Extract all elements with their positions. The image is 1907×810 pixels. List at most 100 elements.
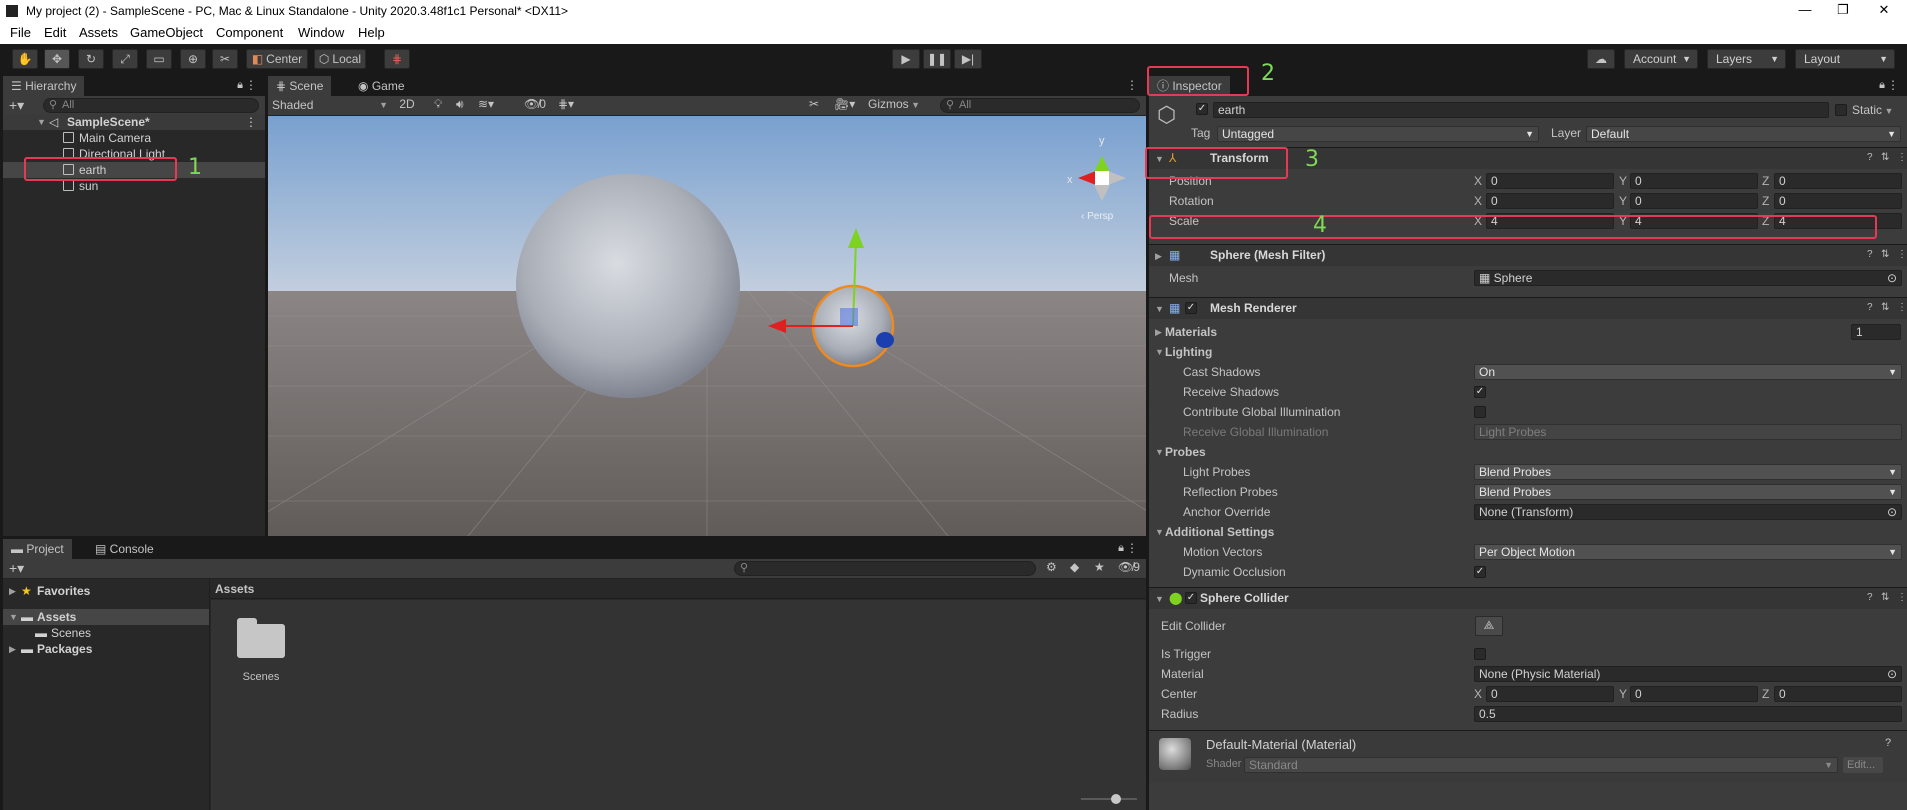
favorites-star-icon[interactable]: ★ — [1094, 560, 1105, 574]
scene-options-icon[interactable]: ⋮ — [245, 114, 257, 130]
object-picker-icon[interactable]: ⊙ — [1887, 505, 1897, 519]
restore-button[interactable]: ❐ — [1833, 2, 1853, 20]
reflection-probes-dropdown[interactable]: Blend Probes ▼ — [1474, 484, 1902, 500]
menu-edit[interactable]: Edit — [44, 25, 66, 40]
scene-viewport[interactable]: y x ‹ Persp — [268, 116, 1146, 536]
center-y-field[interactable]: 0 — [1630, 686, 1758, 702]
lighting-toggle-icon[interactable]: 💡︎ — [434, 97, 442, 112]
probes-foldout[interactable]: ▼ Probes — [1149, 444, 1907, 460]
mesh-filter-header[interactable]: ▶ ▦ Sphere (Mesh Filter) ? ⇅ ⋮ — [1149, 244, 1907, 266]
tab-hierarchy[interactable]: ☰ Hierarchy — [3, 76, 85, 96]
sun-sphere[interactable] — [516, 174, 740, 398]
mesh-renderer-header[interactable]: ▼ ▦ ✓ Mesh Renderer ? ⇅ ⋮ — [1149, 297, 1907, 319]
audio-toggle-icon[interactable]: 🔊︎ — [456, 97, 464, 112]
tab-project[interactable]: ▬ Project — [3, 539, 72, 559]
mesh-object-field[interactable]: ▦ Sphere ⊙ — [1474, 270, 1902, 286]
edit-collider-button[interactable]: ⟁ — [1475, 616, 1503, 636]
effects-icon[interactable]: ≋▾ — [478, 97, 494, 111]
lock-icon[interactable]: 🔒︎ — [1879, 79, 1885, 92]
rotation-y-field[interactable]: 0 — [1630, 193, 1758, 209]
scene-row[interactable]: ▼ ◁ SampleScene* ⋮ — [3, 114, 265, 130]
menu-file[interactable]: File — [10, 25, 31, 40]
position-y-field[interactable]: 0 — [1630, 173, 1758, 189]
minimize-button[interactable]: — — [1795, 2, 1815, 20]
scenes-folder-row[interactable]: ▬ Scenes — [3, 625, 209, 641]
scenes-folder-item[interactable] — [235, 618, 287, 660]
pause-button[interactable]: ❚❚ — [923, 49, 951, 69]
zoom-slider-thumb[interactable] — [1111, 794, 1121, 804]
component-menu-icon[interactable]: ⋮ — [1897, 152, 1907, 163]
z-axis-handle[interactable] — [876, 332, 894, 348]
rotate-tool-button[interactable]: ↻ — [78, 49, 104, 69]
hand-tool-button[interactable]: ✋ — [12, 49, 38, 69]
center-z-field[interactable]: 0 — [1774, 686, 1902, 702]
favorites-row[interactable]: ▶ ★ Favorites — [3, 583, 209, 599]
more-options-icon[interactable]: ⋮ — [1126, 78, 1138, 92]
help-icon[interactable]: ? — [1867, 152, 1873, 163]
component-menu-icon[interactable]: ⋮ — [1897, 592, 1907, 603]
transform-tool-button[interactable]: ⊕ — [180, 49, 206, 69]
custom-tool-button[interactable]: ✂ — [212, 49, 238, 69]
materials-count-field[interactable]: 1 — [1851, 324, 1901, 340]
dynamic-occlusion-checkbox[interactable]: ✓ — [1474, 566, 1486, 578]
plane-handle[interactable] — [840, 308, 858, 326]
more-options-icon[interactable]: ⋮ — [1126, 541, 1138, 555]
play-button[interactable]: ▶ — [892, 49, 920, 69]
radius-field[interactable]: 0.5 — [1474, 706, 1902, 722]
lighting-foldout[interactable]: ▼ Lighting — [1149, 344, 1907, 360]
presets-icon[interactable]: ⇅ — [1881, 249, 1889, 260]
assets-row[interactable]: ▼ ▬ Assets — [3, 609, 209, 625]
presets-icon[interactable]: ⇅ — [1881, 302, 1889, 313]
grid-snap-button[interactable]: ⋕ — [384, 49, 410, 69]
filter-type-icon[interactable]: ⚙ — [1046, 560, 1057, 574]
shader-dropdown[interactable]: Standard ▼ — [1244, 757, 1838, 773]
rect-tool-button[interactable]: ▭ — [146, 49, 172, 69]
camera-icon[interactable]: 🎥︎▾ — [834, 97, 855, 111]
filter-label-icon[interactable]: ◆ — [1070, 560, 1079, 574]
layer-dropdown[interactable]: Default ▼ — [1586, 126, 1901, 142]
sphere-collider-enabled-checkbox[interactable]: ✓ — [1185, 592, 1197, 604]
help-icon[interactable]: ? — [1867, 249, 1873, 260]
lock-icon[interactable]: 🔒︎ — [237, 79, 243, 92]
menu-assets[interactable]: Assets — [79, 25, 118, 40]
motion-vectors-dropdown[interactable]: Per Object Motion ▼ — [1474, 544, 1902, 560]
layers-dropdown[interactable]: Layers ▼ — [1707, 49, 1786, 69]
zoom-slider[interactable] — [1081, 794, 1137, 804]
sphere-collider-header[interactable]: ▼ ⬤ ✓ Sphere Collider ? ⇅ ⋮ — [1149, 587, 1907, 609]
list-item[interactable]: Main Camera — [3, 130, 265, 146]
presets-icon[interactable]: ⇅ — [1881, 592, 1889, 603]
packages-row[interactable]: ▶ ▬ Packages — [3, 641, 209, 657]
persp-label[interactable]: ‹ Persp — [1081, 211, 1114, 222]
is-trigger-checkbox[interactable] — [1474, 648, 1486, 660]
step-button[interactable]: ▶| — [954, 49, 982, 69]
help-icon[interactable]: ? — [1867, 302, 1873, 313]
scale-tool-button[interactable]: ⤢ — [112, 49, 138, 69]
shading-mode-dropdown[interactable]: Shaded ▼ — [272, 97, 392, 114]
create-button[interactable]: +▾ — [9, 560, 24, 577]
cloud-button[interactable]: ☁ — [1587, 49, 1615, 69]
presets-icon[interactable]: ⇅ — [1881, 152, 1889, 163]
materials-row[interactable]: ▶ Materials 1 — [1149, 324, 1907, 340]
menu-component[interactable]: Component — [216, 25, 283, 40]
receive-shadows-checkbox[interactable]: ✓ — [1474, 386, 1486, 398]
object-picker-icon[interactable]: ⊙ — [1887, 667, 1897, 681]
move-tool-button[interactable]: ✥ — [44, 49, 70, 69]
account-dropdown[interactable]: Account ▼ — [1624, 49, 1698, 69]
rotation-z-field[interactable]: 0 — [1774, 193, 1902, 209]
component-menu-icon[interactable]: ⋮ — [1897, 249, 1907, 260]
close-button[interactable]: ✕ — [1874, 2, 1894, 20]
scene-search-input[interactable]: ⚲ All — [940, 98, 1140, 113]
project-search-input[interactable]: ⚲ — [734, 561, 1036, 576]
additional-settings-foldout[interactable]: ▼ Additional Settings — [1149, 524, 1907, 540]
cast-shadows-dropdown[interactable]: On ▼ — [1474, 364, 1902, 380]
help-icon[interactable]: ? — [1885, 737, 1891, 749]
tag-dropdown[interactable]: Untagged ▼ — [1217, 126, 1539, 142]
menu-window[interactable]: Window — [298, 25, 344, 40]
lock-icon[interactable]: 🔒︎ — [1118, 542, 1124, 555]
2d-toggle[interactable]: 2D — [396, 97, 418, 111]
layout-dropdown[interactable]: Layout ▼ — [1795, 49, 1895, 69]
position-z-field[interactable]: 0 — [1774, 173, 1902, 189]
tab-scene[interactable]: ⋕ Scene — [268, 76, 332, 96]
tab-game[interactable]: ◉ Game — [350, 76, 413, 96]
gizmos-dropdown[interactable]: Gizmos ▼ — [868, 97, 924, 111]
